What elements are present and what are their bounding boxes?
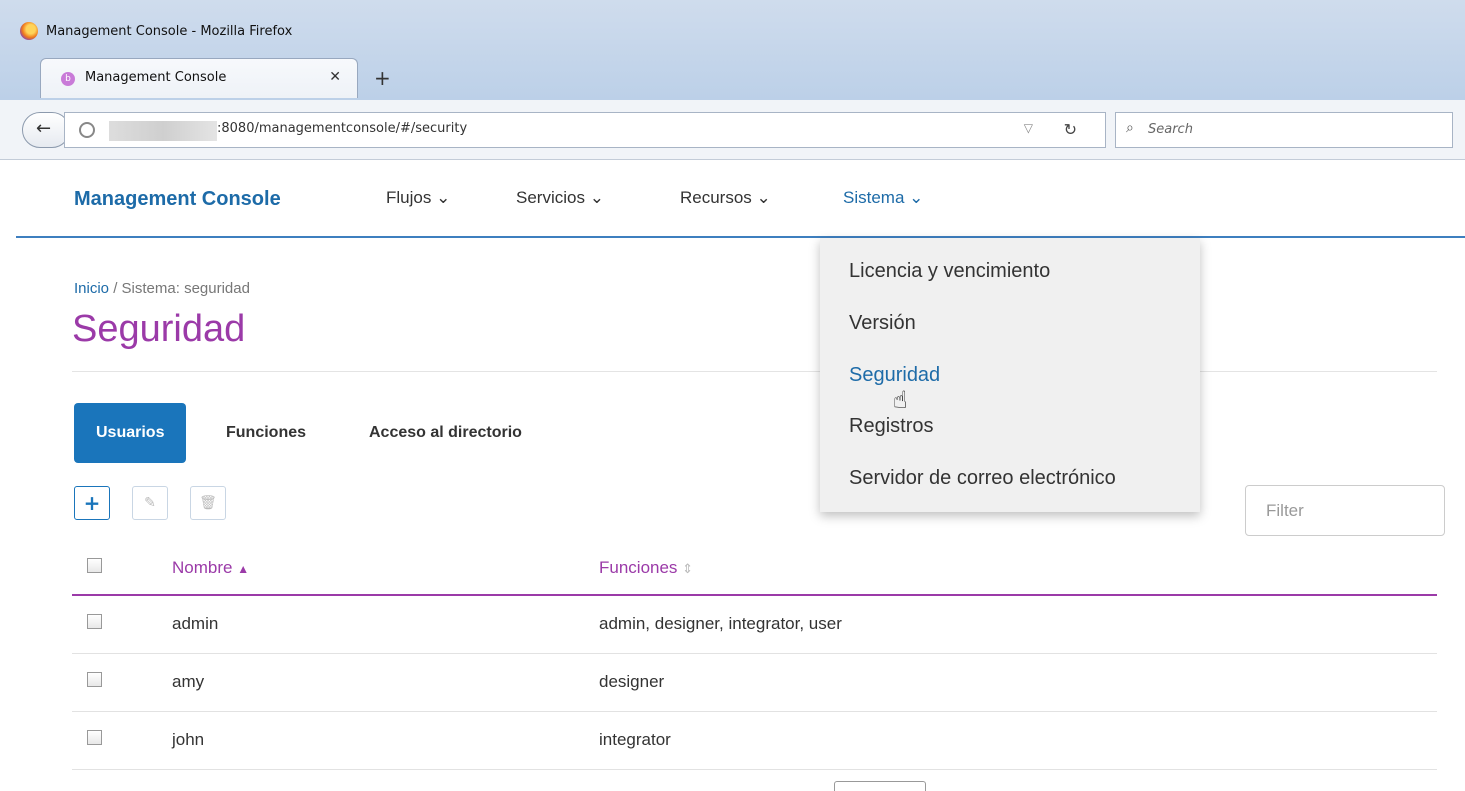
sort-asc-icon: ▲ [237, 562, 250, 576]
table-row[interactable]: amy designer [72, 654, 1437, 712]
tab-acceso-directorio[interactable]: Acceso al directorio [369, 403, 522, 463]
tab-label: Management Console [85, 70, 227, 85]
edit-user-button[interactable]: ✎ [132, 486, 168, 520]
menu-item-seguridad[interactable]: Seguridad [849, 364, 940, 387]
cell-funciones: designer [599, 672, 665, 691]
row-checkbox[interactable] [87, 614, 102, 629]
cell-funciones: integrator [599, 730, 671, 749]
table-row[interactable]: admin admin, designer, integrator, user [72, 596, 1437, 654]
back-arrow-icon: ← [36, 118, 52, 139]
tab-close-icon[interactable]: ✕ [329, 69, 341, 85]
browser-tab[interactable]: b Management Console ✕ [40, 58, 358, 98]
search-placeholder: Search [1148, 122, 1193, 137]
row-checkbox[interactable] [87, 672, 102, 687]
menu-sistema[interactable]: Sistema ⌄ [843, 188, 923, 208]
sort-icon: ⇕ [682, 561, 694, 576]
add-user-button[interactable]: + [74, 486, 110, 520]
page-title: Seguridad [72, 308, 246, 350]
search-icon: ⌕ [1126, 120, 1134, 136]
breadcrumb: Inicio / Sistema: seguridad [74, 280, 250, 297]
table-header: Nombre ▲ Funciones ⇕ [72, 540, 1437, 596]
cell-funciones: admin, designer, integrator, user [599, 614, 842, 633]
url-text: :8080/managementconsole/#/security [217, 121, 468, 136]
url-bar[interactable]: :8080/managementconsole/#/security ▽ ↻ [64, 112, 1106, 148]
system-dropdown-menu: Licencia y vencimiento Versión Seguridad… [820, 238, 1200, 512]
cell-nombre: john [172, 730, 205, 749]
search-bar[interactable]: ⌕ Search [1115, 112, 1453, 148]
breadcrumb-home-link[interactable]: Inicio [74, 280, 109, 297]
chevron-down-icon: ⌄ [756, 188, 771, 207]
table-row[interactable]: john integrator [72, 712, 1437, 770]
cell-nombre: admin [172, 614, 219, 633]
globe-icon [79, 122, 95, 138]
tab-favicon-icon: b [61, 72, 75, 86]
divider [72, 371, 1437, 372]
app-header: Management Console Flujos ⌄ Servicios ⌄ … [16, 160, 1465, 238]
pager-control[interactable] [834, 781, 926, 791]
menu-item-licencia[interactable]: Licencia y vencimiento [849, 260, 1050, 283]
breadcrumb-separator: / [113, 280, 118, 297]
reload-icon[interactable]: ↻ [1064, 120, 1077, 139]
menu-item-correo[interactable]: Servidor de correo electrónico [849, 467, 1116, 490]
tab-funciones[interactable]: Funciones [226, 403, 306, 463]
back-button[interactable]: ← [22, 112, 70, 148]
menu-item-registros[interactable]: Registros [849, 415, 933, 438]
menu-servicios[interactable]: Servicios ⌄ [516, 188, 604, 208]
blurred-host [109, 121, 217, 141]
browser-titlebar: Management Console - Mozilla Firefox b M… [0, 0, 1465, 100]
breadcrumb-current: Sistema: seguridad [121, 280, 250, 297]
filter-placeholder: Filter [1266, 501, 1304, 520]
tab-usuarios[interactable]: Usuarios [74, 403, 187, 463]
hand-cursor-icon: ☝ [893, 386, 908, 414]
column-header-nombre[interactable]: Nombre ▲ [172, 558, 249, 578]
chevron-down-icon: ⌄ [589, 188, 604, 207]
app-brand[interactable]: Management Console [74, 188, 281, 211]
delete-user-button[interactable]: 🗑 [190, 486, 226, 520]
new-tab-icon[interactable]: + [374, 66, 391, 90]
menu-recursos[interactable]: Recursos ⌄ [680, 188, 771, 208]
url-dropdown-icon[interactable]: ▽ [1024, 121, 1033, 135]
menu-flujos[interactable]: Flujos ⌄ [386, 188, 450, 208]
column-header-funciones[interactable]: Funciones ⇕ [599, 558, 693, 578]
chevron-down-icon: ⌄ [909, 188, 924, 207]
menu-item-version[interactable]: Versión [849, 312, 916, 335]
users-table: Nombre ▲ Funciones ⇕ admin admin, design… [72, 540, 1437, 770]
filter-input[interactable]: Filter [1245, 485, 1445, 536]
chevron-down-icon: ⌄ [436, 188, 451, 207]
browser-navbar: ← :8080/managementconsole/#/security ▽ ↻… [0, 100, 1465, 160]
window-title: Management Console - Mozilla Firefox [46, 24, 293, 39]
select-all-checkbox[interactable] [87, 558, 102, 573]
firefox-logo-icon [20, 22, 38, 40]
row-checkbox[interactable] [87, 730, 102, 745]
cell-nombre: amy [172, 672, 205, 691]
